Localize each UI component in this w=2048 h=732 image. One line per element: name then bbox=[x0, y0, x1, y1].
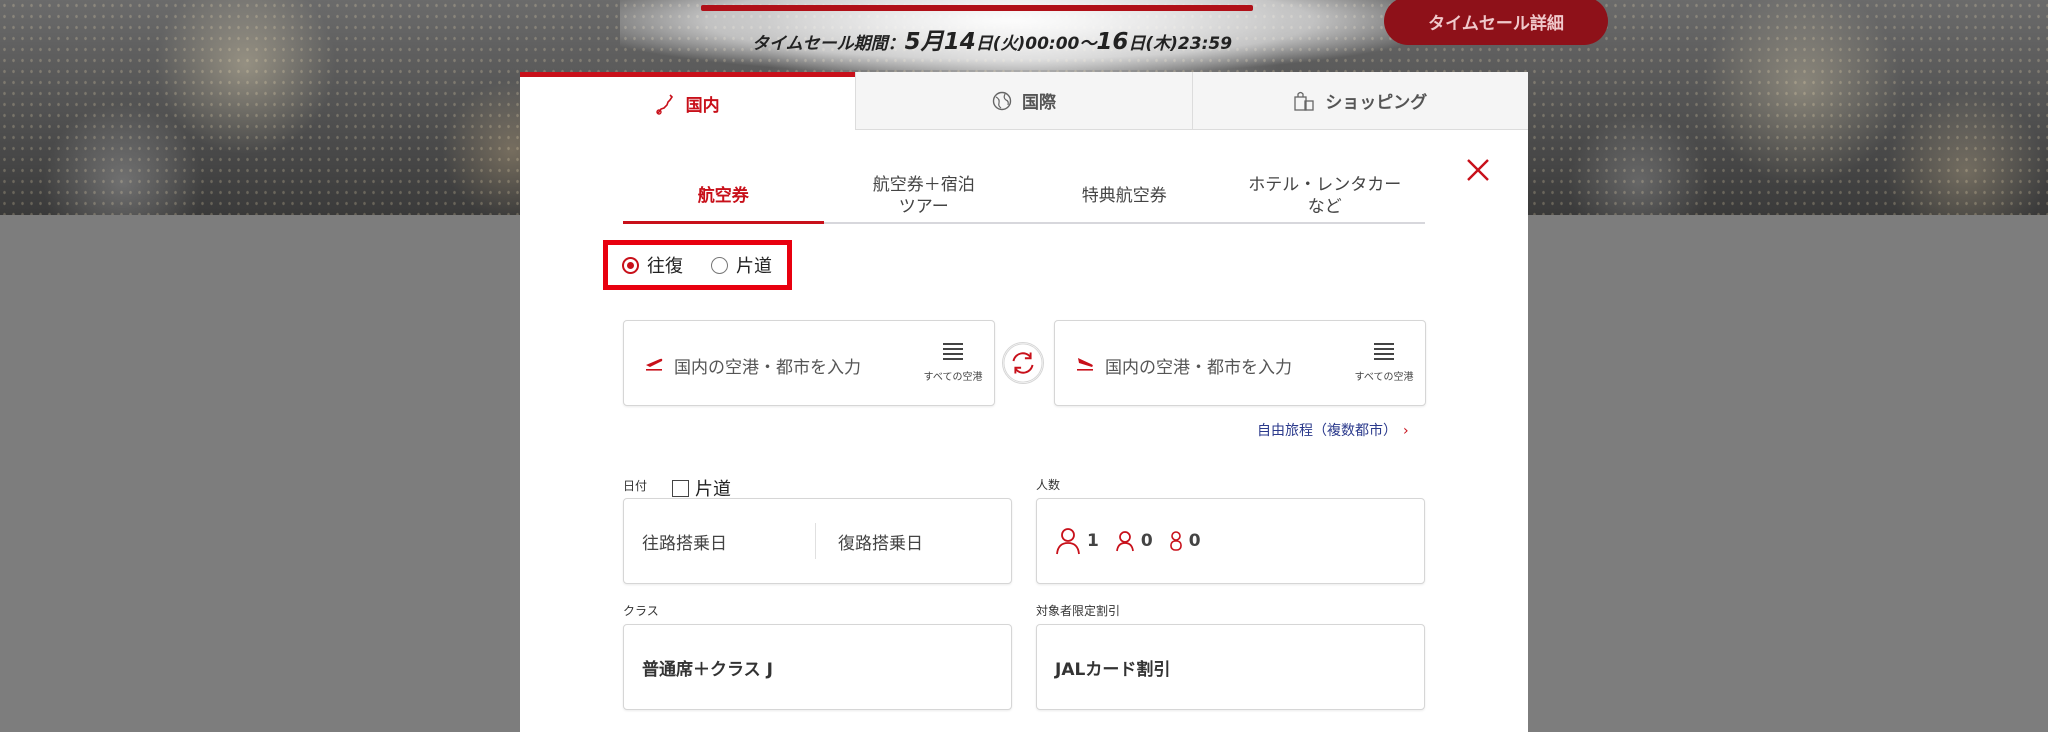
tab-shopping-label: ショッピング bbox=[1325, 93, 1428, 113]
list-icon bbox=[943, 343, 963, 360]
infants-value: 0 bbox=[1188, 531, 1201, 551]
chevron-right-icon: › bbox=[1403, 423, 1409, 439]
arrival-plane-icon bbox=[1077, 357, 1093, 371]
discount-select[interactable]: JALカード割引 bbox=[1036, 624, 1425, 710]
departure-airport-field[interactable]: 国内の空港・都市を入力 すべての空港 bbox=[623, 320, 995, 406]
trip-type-selector: 往復 片道 bbox=[603, 240, 792, 290]
close-icon[interactable] bbox=[1464, 156, 1492, 184]
sub-tab-award-ticket-label: 特典航空券 bbox=[1081, 186, 1167, 206]
adult-icon bbox=[1056, 528, 1080, 555]
adults-count: 1 bbox=[1055, 527, 1099, 555]
sale-detail-button[interactable]: タイムセール詳細 bbox=[1384, 0, 1608, 45]
adults-value: 1 bbox=[1087, 531, 1099, 551]
sub-tab-hotel-rental-line2: など bbox=[1307, 197, 1342, 217]
sale-end-day: 16 bbox=[1096, 29, 1129, 55]
departure-all-airports-label: すべての空港 bbox=[923, 372, 983, 383]
class-select[interactable]: 普通席＋クラス J bbox=[623, 624, 1012, 710]
departure-all-airports-button[interactable]: すべての空港 bbox=[918, 343, 988, 383]
arrival-airport-field[interactable]: 国内の空港・都市を入力 すべての空港 bbox=[1054, 320, 1426, 406]
globe-icon bbox=[992, 91, 1012, 110]
sub-tab-air-hotel-line1: 航空券＋宿泊 bbox=[872, 175, 975, 195]
departure-airport-placeholder: 国内の空港・都市を入力 bbox=[674, 358, 861, 378]
sale-start-day: 14 bbox=[943, 29, 976, 55]
arrival-airport-placeholder: 国内の空港・都市を入力 bbox=[1105, 358, 1292, 378]
tab-international-label: 国際 bbox=[1021, 93, 1056, 113]
one-way-radio[interactable]: 片道 bbox=[711, 252, 772, 278]
arrival-all-airports-label: すべての空港 bbox=[1354, 372, 1414, 383]
sub-tab-air-hotel-tour[interactable]: 航空券＋宿泊 ツアー bbox=[824, 170, 1025, 222]
sub-tab-air-ticket[interactable]: 航空券 bbox=[623, 170, 824, 224]
search-panel: 国内 国際 ショッピング 航空券 航空券＋宿泊 ツアー 特典航空券 ホテル・レン… bbox=[520, 72, 1528, 732]
sale-start-month: 5月 bbox=[904, 29, 944, 55]
round-trip-label: 往復 bbox=[647, 256, 683, 277]
one-way-label: 片道 bbox=[736, 256, 772, 277]
tab-domestic-label: 国内 bbox=[685, 96, 720, 116]
round-trip-radio[interactable]: 往復 bbox=[622, 252, 683, 278]
sub-tabs: 航空券 航空券＋宿泊 ツアー 特典航空券 ホテル・レンタカー など bbox=[623, 170, 1425, 224]
children-value: 0 bbox=[1140, 531, 1153, 551]
sub-tab-air-hotel-tour-label: 航空券＋宿泊 ツアー bbox=[873, 174, 975, 218]
tab-shopping[interactable]: ショッピング bbox=[1191, 72, 1528, 130]
multi-city-link-label: 自由旅程（複数都市） bbox=[1257, 423, 1397, 439]
swap-airports-icon[interactable] bbox=[1002, 342, 1044, 384]
class-label: クラス bbox=[623, 604, 659, 618]
one-way-radio-circle[interactable] bbox=[711, 256, 728, 274]
tab-domestic[interactable]: 国内 bbox=[520, 72, 856, 130]
sale-end-suffix: 日(木)23:59 bbox=[1128, 34, 1233, 54]
tab-international[interactable]: 国際 bbox=[855, 72, 1192, 130]
date-field: 往路搭乗日 復路搭乗日 bbox=[623, 498, 1012, 584]
shopping-bag-icon bbox=[1294, 91, 1314, 111]
infant-icon bbox=[1169, 531, 1182, 551]
departure-plane-icon bbox=[646, 358, 663, 371]
top-tabs: 国内 国際 ショッピング bbox=[520, 72, 1528, 130]
passengers-label: 人数 bbox=[1036, 478, 1061, 492]
round-trip-radio-circle[interactable] bbox=[622, 256, 639, 274]
japan-map-icon bbox=[655, 93, 673, 115]
hero-red-bar bbox=[701, 5, 1253, 11]
infants-count: 0 bbox=[1169, 530, 1201, 552]
date-one-way-checkbox-box[interactable] bbox=[672, 479, 689, 497]
return-date-input[interactable]: 復路搭乗日 bbox=[815, 523, 1011, 559]
sale-start-suffix: 日(火)00:00～ bbox=[975, 34, 1097, 54]
multi-city-link[interactable]: 自由旅程（複数都市） › bbox=[1257, 420, 1409, 440]
sub-tab-hotel-rental-line1: ホテル・レンタカー bbox=[1248, 175, 1402, 195]
sub-tab-air-ticket-label: 航空券 bbox=[697, 186, 749, 206]
outbound-date-input[interactable]: 往路搭乗日 bbox=[624, 499, 815, 583]
children-count: 0 bbox=[1115, 530, 1153, 552]
passengers-field[interactable]: 1 0 0 bbox=[1036, 498, 1425, 584]
sale-period-prefix: タイムセール期間： bbox=[752, 34, 905, 54]
sub-tab-award-ticket[interactable]: 特典航空券 bbox=[1024, 170, 1225, 222]
date-label: 日付 bbox=[623, 479, 648, 493]
list-icon bbox=[1374, 343, 1394, 360]
sub-tab-hotel-rental[interactable]: ホテル・レンタカー など bbox=[1225, 170, 1426, 222]
sale-period-text: タイムセール期間：5月14日(火)00:00～16日(木)23:59 bbox=[752, 22, 1232, 56]
arrival-all-airports-button[interactable]: すべての空港 bbox=[1349, 343, 1419, 383]
sub-tab-hotel-rental-label: ホテル・レンタカー など bbox=[1248, 174, 1401, 218]
child-icon bbox=[1116, 531, 1134, 552]
sub-tab-air-hotel-line2: ツアー bbox=[898, 197, 949, 217]
discount-label: 対象者限定割引 bbox=[1036, 604, 1121, 618]
